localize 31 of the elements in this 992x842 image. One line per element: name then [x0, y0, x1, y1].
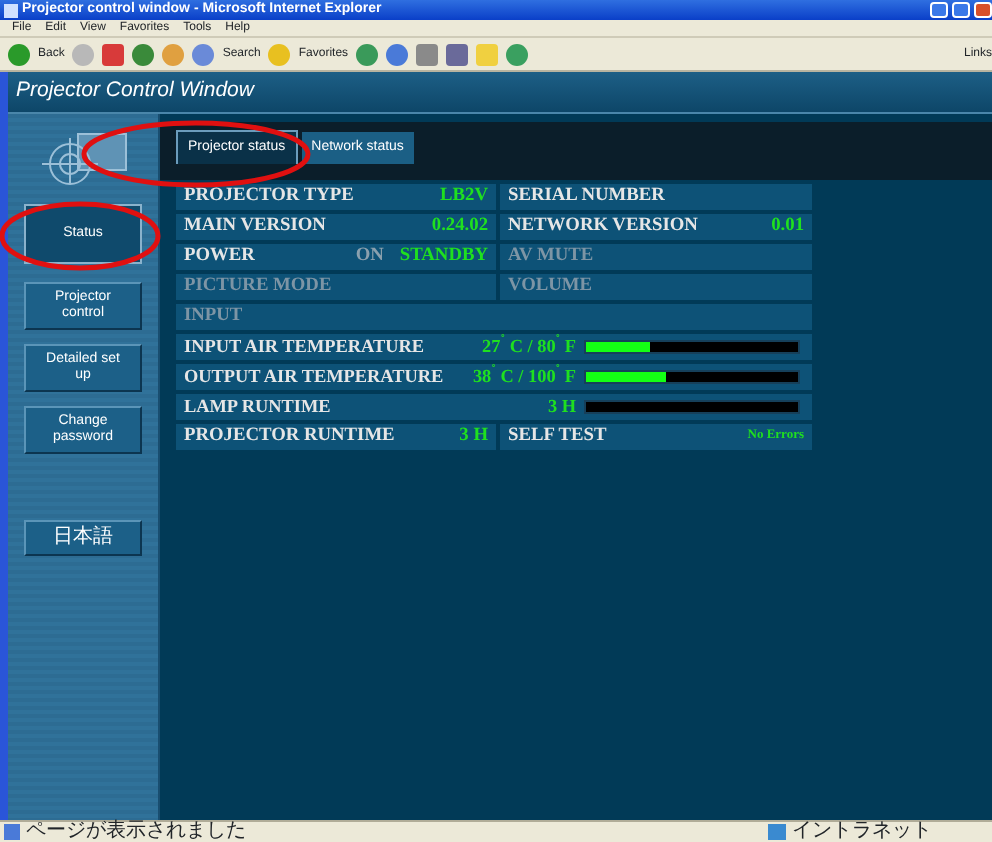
- maximize-button[interactable]: [952, 2, 970, 18]
- field-value: 27$^{˚}$ C / 80$^{˚}$ F: [480, 337, 576, 357]
- power-state: STANDBY: [399, 247, 488, 267]
- close-button[interactable]: [974, 2, 992, 18]
- app-header: Projector Control Window: [8, 72, 992, 114]
- field-label: SERIAL NUMBER: [508, 187, 665, 207]
- field-label: VOLUME: [508, 277, 592, 297]
- field-value: 3 H: [459, 427, 488, 447]
- field-label: OUTPUT AIR TEMPERATURE: [184, 367, 444, 387]
- field-value: 38$^{˚}$ C / 100$^{˚}$ F: [470, 367, 576, 387]
- status-text: ページが表示されました: [26, 822, 246, 842]
- field-value: LB2V: [440, 187, 488, 207]
- power-state: ON: [355, 247, 384, 267]
- language-button[interactable]: 日本語: [24, 520, 142, 556]
- field-value: 3 H: [545, 397, 576, 417]
- field-label: POWER: [184, 247, 255, 267]
- window-icon: [4, 3, 18, 17]
- field-label: AV MUTE: [508, 247, 594, 267]
- field-value: 0.24.02: [431, 217, 488, 237]
- field-label: INPUT AIR TEMPERATURE: [184, 337, 424, 357]
- field-label: NETWORK VERSION: [508, 217, 698, 237]
- minimize-button[interactable]: [930, 2, 948, 18]
- field-label: MAIN VERSION: [184, 217, 326, 237]
- field-label: PICTURE MODE: [184, 277, 332, 297]
- field-label: LAMP RUNTIME: [184, 397, 331, 417]
- zone-text: イントラネット: [792, 822, 932, 842]
- field-label: PROJECTOR TYPE: [184, 187, 354, 207]
- field-label: INPUT: [184, 307, 243, 327]
- field-label: PROJECTOR RUNTIME: [184, 427, 395, 447]
- field-label: SELF TEST: [508, 427, 607, 447]
- field-value: 0.01: [771, 217, 804, 237]
